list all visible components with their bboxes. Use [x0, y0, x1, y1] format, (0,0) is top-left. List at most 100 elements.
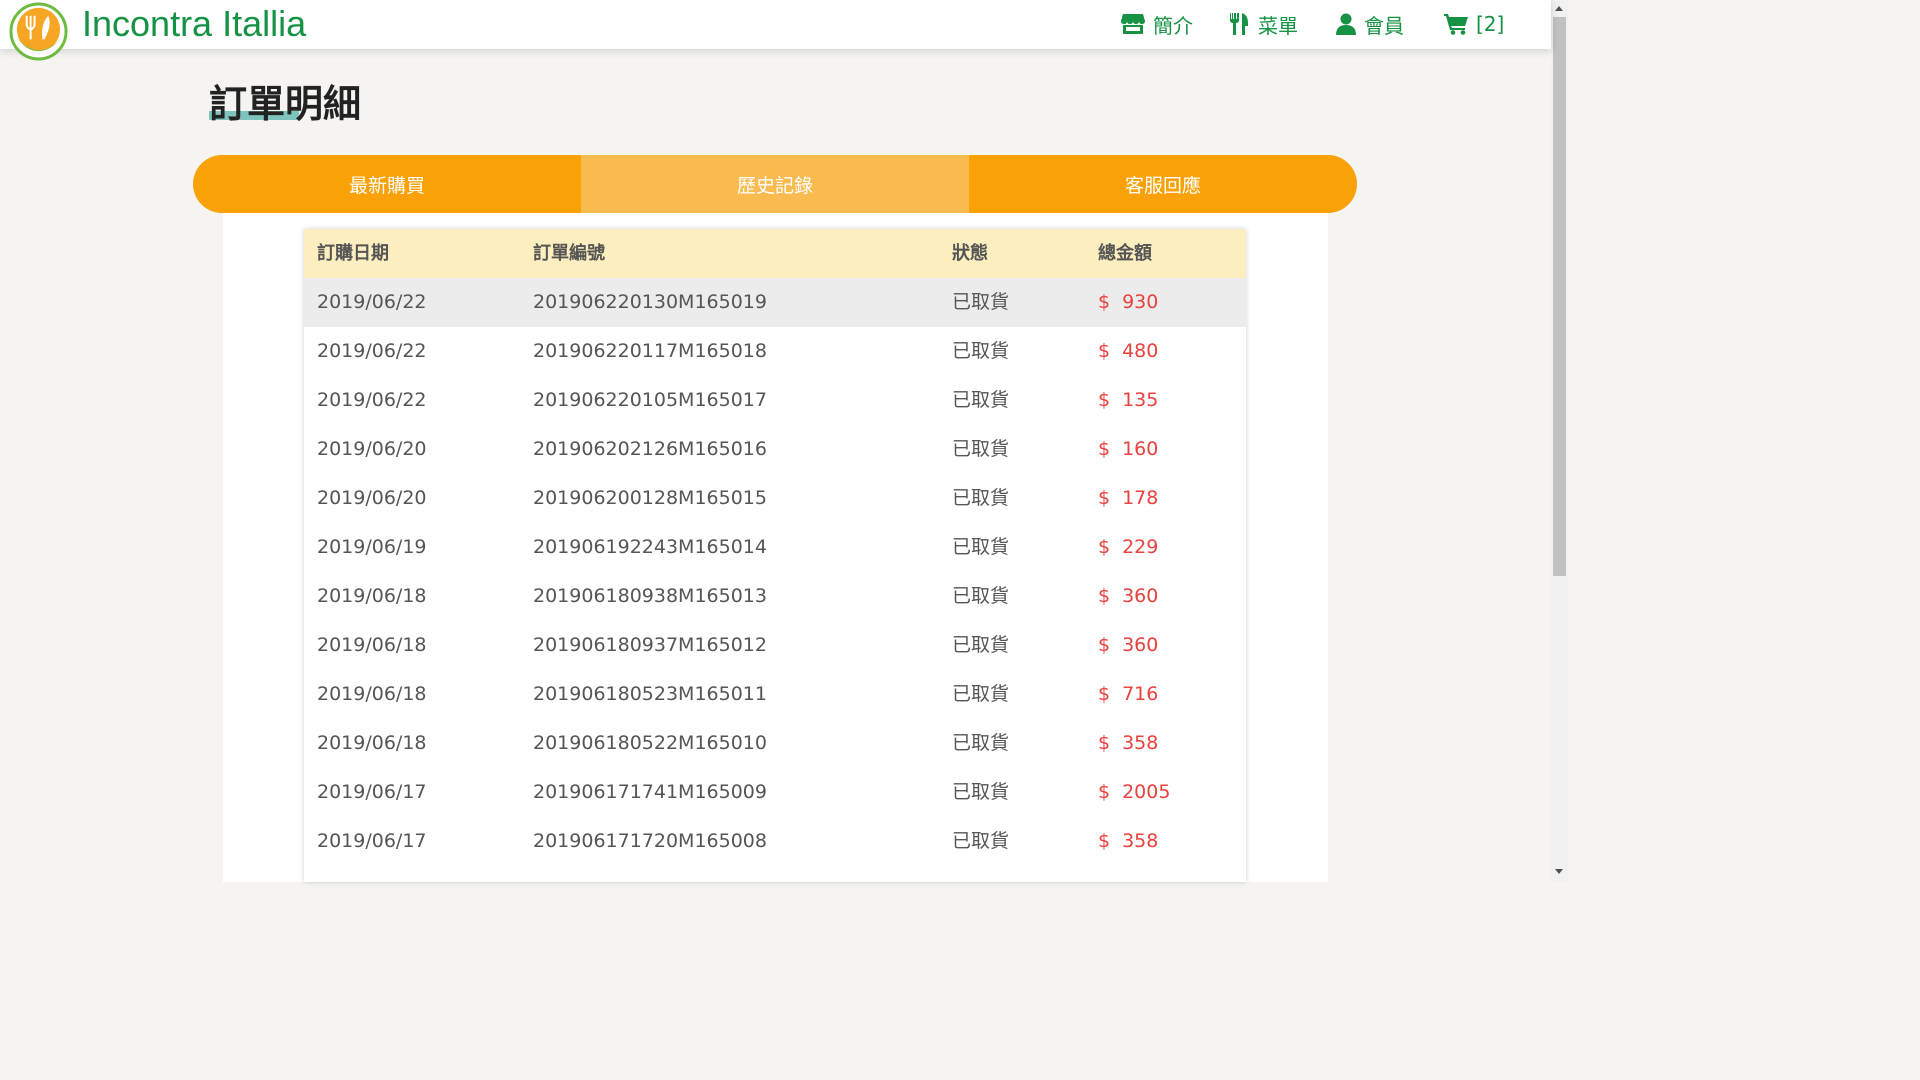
order-tabs: 最新購買 歷史記錄 客服回應	[193, 155, 1357, 213]
nav-member-label: 會員	[1364, 13, 1404, 38]
order-status: 已取貨	[952, 438, 1010, 460]
currency-symbol: $	[1098, 389, 1111, 411]
order-total: $360	[1098, 621, 1158, 670]
page-title: 訂單明細	[209, 82, 362, 126]
order-status: 已取貨	[952, 830, 1010, 852]
nav-about[interactable]: 簡介	[1121, 8, 1193, 40]
order-id: 201906171741M165009	[533, 781, 767, 803]
currency-symbol: $	[1098, 291, 1111, 313]
table-body: 2019/06/22 201906220130M165019 已取貨 $930 2019…	[304, 278, 1246, 866]
order-amount: 358	[1122, 732, 1159, 754]
order-amount: 716	[1122, 683, 1159, 705]
order-amount: 360	[1122, 634, 1159, 656]
order-date: 2019/06/18	[317, 683, 427, 705]
nav-menu[interactable]: 菜單	[1228, 8, 1298, 40]
scroll-down-icon[interactable]	[1555, 869, 1563, 874]
order-date: 2019/06/22	[317, 389, 427, 411]
order-date: 2019/06/18	[317, 585, 427, 607]
tab-latest-purchase[interactable]: 最新購買	[193, 155, 581, 213]
order-id: 201906200128M165015	[533, 487, 767, 509]
top-navbar: Incontra Itallia 簡介 菜單 會員 [2]	[0, 0, 1551, 61]
order-date: 2019/06/20	[317, 487, 427, 509]
currency-symbol: $	[1098, 732, 1111, 754]
table-row[interactable]: 2019/06/22 201906220130M165019 已取貨 $930	[304, 278, 1246, 327]
tab-history[interactable]: 歷史記錄	[581, 155, 969, 213]
currency-symbol: $	[1098, 536, 1111, 558]
table-row[interactable]: 2019/06/22 201906220117M165018 已取貨 $480	[304, 327, 1246, 376]
nav-cart[interactable]: [2]	[1444, 8, 1504, 40]
table-row[interactable]: 2019/06/18 201906180938M165013 已取貨 $360	[304, 572, 1246, 621]
nav-menu-label: 菜單	[1258, 13, 1298, 38]
order-date: 2019/06/18	[317, 732, 427, 754]
order-date: 2019/06/18	[317, 634, 427, 656]
table-row[interactable]: 2019/06/20 201906200128M165015 已取貨 $178	[304, 474, 1246, 523]
order-date: 2019/06/17	[317, 830, 427, 852]
order-status: 已取貨	[952, 781, 1010, 803]
nav-member[interactable]: 會員	[1336, 8, 1404, 40]
utensils-icon	[1230, 13, 1248, 35]
order-id: 201906220117M165018	[533, 340, 767, 362]
order-total: $358	[1098, 719, 1158, 768]
brand-name[interactable]: Incontra Itallia	[82, 2, 306, 46]
currency-symbol: $	[1098, 487, 1111, 509]
order-total: $178	[1098, 474, 1158, 523]
order-status: 已取貨	[952, 732, 1010, 754]
page-title-wrap: 訂單明細	[209, 80, 361, 130]
order-date: 2019/06/17	[317, 781, 427, 803]
order-amount: 358	[1122, 830, 1159, 852]
table-row[interactable]: 2019/06/18 201906180522M165010 已取貨 $358	[304, 719, 1246, 768]
order-status: 已取貨	[952, 634, 1010, 656]
table-row[interactable]: 2019/06/22 201906220105M165017 已取貨 $135	[304, 376, 1246, 425]
orders-table: 訂購日期 訂單編號 狀態 總金額 2019/06/22 201906220130M…	[304, 229, 1246, 882]
store-icon	[1121, 14, 1145, 34]
order-amount: 360	[1122, 585, 1159, 607]
header-total: 總金額	[1098, 243, 1152, 264]
table-header: 訂購日期 訂單編號 狀態 總金額	[304, 229, 1246, 278]
order-total: $229	[1098, 523, 1158, 572]
user-icon	[1336, 13, 1356, 35]
order-total: $135	[1098, 376, 1158, 425]
order-id: 201906180938M165013	[533, 585, 767, 607]
table-row[interactable]: 2019/06/18 201906180523M165011 已取貨 $716	[304, 670, 1246, 719]
order-id: 201906220105M165017	[533, 389, 767, 411]
order-amount: 178	[1122, 487, 1159, 509]
table-row[interactable]: 2019/06/17 201906171741M165009 已取貨 $2005	[304, 768, 1246, 817]
table-row[interactable]: 2019/06/20 201906202126M165016 已取貨 $160	[304, 425, 1246, 474]
order-status: 已取貨	[952, 487, 1010, 509]
cart-icon	[1444, 14, 1468, 35]
scrollbar-thumb[interactable]	[1553, 17, 1566, 576]
order-status: 已取貨	[952, 389, 1010, 411]
nav-about-label: 簡介	[1153, 13, 1193, 38]
order-amount: 480	[1122, 340, 1159, 362]
currency-symbol: $	[1098, 683, 1111, 705]
order-id: 201906192243M165014	[533, 536, 767, 558]
order-total: $2005	[1098, 768, 1170, 817]
order-amount: 229	[1122, 536, 1159, 558]
order-id: 201906180522M165010	[533, 732, 767, 754]
header-order-id: 訂單編號	[533, 243, 605, 264]
currency-symbol: $	[1098, 634, 1111, 656]
order-status: 已取貨	[952, 536, 1010, 558]
order-date: 2019/06/19	[317, 536, 427, 558]
order-id: 201906180937M165012	[533, 634, 767, 656]
scrollbar[interactable]	[1551, 0, 1568, 882]
logo-icon[interactable]	[9, 2, 68, 61]
order-date: 2019/06/22	[317, 291, 427, 313]
order-date: 2019/06/20	[317, 438, 427, 460]
currency-symbol: $	[1098, 340, 1111, 362]
table-row[interactable]: 2019/06/18 201906180937M165012 已取貨 $360	[304, 621, 1246, 670]
scroll-up-icon[interactable]	[1555, 6, 1563, 11]
order-total: $480	[1098, 327, 1158, 376]
table-row[interactable]: 2019/06/19 201906192243M165014 已取貨 $229	[304, 523, 1246, 572]
order-total: $360	[1098, 572, 1158, 621]
header-date: 訂購日期	[317, 243, 389, 264]
order-total: $930	[1098, 278, 1158, 327]
order-date: 2019/06/22	[317, 340, 427, 362]
order-total: $160	[1098, 425, 1158, 474]
currency-symbol: $	[1098, 830, 1111, 852]
table-row[interactable]: 2019/06/17 201906171720M165008 已取貨 $358	[304, 817, 1246, 866]
tab-customer-service[interactable]: 客服回應	[969, 155, 1357, 213]
order-amount: 930	[1122, 291, 1159, 313]
order-id: 201906202126M165016	[533, 438, 767, 460]
order-id: 201906180523M165011	[533, 683, 767, 705]
